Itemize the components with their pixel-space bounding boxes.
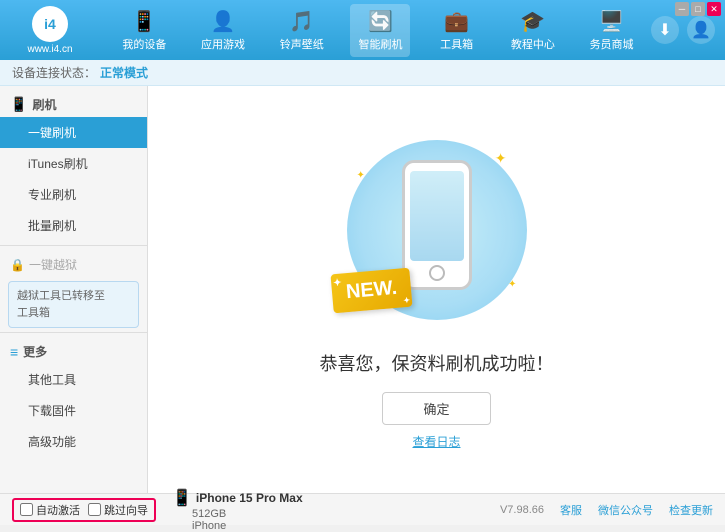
flash-icon: 🔄 xyxy=(368,9,393,34)
jailbreak-label: 一键越狱 xyxy=(29,256,77,273)
itunes-flash-label: iTunes刷机 xyxy=(28,157,88,171)
apps-icon: 👤 xyxy=(211,9,236,34)
nav-apps-games[interactable]: 👤 应用游戏 xyxy=(193,4,253,57)
download-firmware-label: 下载固件 xyxy=(28,404,76,418)
device-info: 📱 iPhone 15 Pro Max 512GB iPhone xyxy=(172,488,303,532)
jailbreak-notice: 越狱工具已转移至工具箱 xyxy=(8,281,139,328)
status-prefix: 设备连接状态： xyxy=(12,64,96,81)
auto-activate-checkbox[interactable] xyxy=(20,503,33,516)
header: i4 www.i4.cn 📱 我的设备 👤 应用游戏 🎵 铃声壁纸 🔄 智能刷机… xyxy=(0,0,725,60)
phone-screen xyxy=(410,171,464,261)
status-bar: 设备连接状态： 正常模式 xyxy=(0,60,725,86)
ringtones-icon: 🎵 xyxy=(289,9,314,34)
sidebar: 📱 刷机 一键刷机 iTunes刷机 专业刷机 批量刷机 🔒 一键越狱 越狱工具… xyxy=(0,86,148,493)
sidebar-item-advanced[interactable]: 高级功能 xyxy=(0,426,147,457)
lock-icon: 🔒 xyxy=(10,258,25,272)
nav-tutorial[interactable]: 🎓 教程中心 xyxy=(503,4,563,57)
more-section-icon: ≡ xyxy=(10,344,18,360)
batch-flash-label: 批量刷机 xyxy=(28,219,76,233)
sidebar-item-one-key-flash[interactable]: 一键刷机 xyxy=(0,117,147,148)
nav-my-device[interactable]: 📱 我的设备 xyxy=(114,4,174,57)
flash-section-label: 刷机 xyxy=(32,96,56,113)
maximize-button[interactable]: □ xyxy=(691,2,705,16)
success-text: 恭喜您，保资料刷机成功啦！ xyxy=(320,350,554,376)
nav-merchant[interactable]: 🖥️ 务员商城 xyxy=(582,4,642,57)
download-button[interactable]: ⬇ xyxy=(651,16,679,44)
sidebar-item-itunes-flash[interactable]: iTunes刷机 xyxy=(0,148,147,179)
nav-toolbox-label: 工具箱 xyxy=(440,36,473,52)
advanced-label: 高级功能 xyxy=(28,435,76,449)
phone-home-button xyxy=(429,265,445,281)
app-url: www.i4.cn xyxy=(27,44,72,55)
sidebar-section-more: ≡ 更多 xyxy=(0,337,147,364)
more-section-label: 更多 xyxy=(23,343,47,360)
device-icon: 📱 xyxy=(132,9,157,34)
user-button[interactable]: 👤 xyxy=(687,16,715,44)
close-button[interactable]: ✕ xyxy=(707,2,721,16)
bottom-bar: 自动激活 跳过向导 📱 iPhone 15 Pro Max 512GB iPho… xyxy=(0,493,725,525)
sidebar-item-download-firmware[interactable]: 下载固件 xyxy=(0,395,147,426)
logo-circle: i4 xyxy=(32,6,68,42)
bottom-left: 自动激活 跳过向导 📱 iPhone 15 Pro Max 512GB iPho… xyxy=(12,488,492,532)
sidebar-item-pro-flash[interactable]: 专业刷机 xyxy=(0,179,147,210)
header-right: ⬇ 👤 xyxy=(651,16,715,44)
sparkle-icon-1: ✦ xyxy=(495,150,507,167)
sparkle-icon-3: ✦ xyxy=(508,279,516,290)
main-layout: 📱 刷机 一键刷机 iTunes刷机 专业刷机 批量刷机 🔒 一键越狱 越狱工具… xyxy=(0,86,725,493)
sidebar-item-batch-flash[interactable]: 批量刷机 xyxy=(0,210,147,241)
logo: i4 www.i4.cn xyxy=(10,6,90,55)
guide-activate-label: 跳过向导 xyxy=(104,502,148,518)
nav-smart-flash[interactable]: 🔄 智能刷机 xyxy=(350,4,410,57)
nav-toolbox[interactable]: 💼 工具箱 xyxy=(429,4,484,57)
log-link[interactable]: 查看日志 xyxy=(412,433,460,450)
one-key-flash-label: 一键刷机 xyxy=(28,126,76,140)
confirm-button[interactable]: 确定 xyxy=(382,392,490,425)
status-value: 正常模式 xyxy=(100,64,148,81)
device-type: iPhone xyxy=(192,520,303,532)
phone-illustration xyxy=(402,160,472,290)
checkbox-group: 自动激活 跳过向导 xyxy=(12,498,156,522)
content-area: ✦ ✦ ✦ NEW. 恭喜您，保资料刷机成功啦！ 确定 查看日志 xyxy=(148,86,725,493)
nav-tutorial-label: 教程中心 xyxy=(511,36,555,52)
toolbox-icon: 💼 xyxy=(444,9,469,34)
guide-activate-item[interactable]: 跳过向导 xyxy=(88,502,148,518)
nav-my-device-label: 我的设备 xyxy=(122,36,166,52)
merchant-icon: 🖥️ xyxy=(599,9,624,34)
guide-activate-checkbox[interactable] xyxy=(88,503,101,516)
auto-activate-item[interactable]: 自动激活 xyxy=(20,502,80,518)
new-badge: NEW. xyxy=(330,267,412,313)
nav-ringtones[interactable]: 🎵 铃声壁纸 xyxy=(272,4,332,57)
sidebar-section-flash: 📱 刷机 xyxy=(0,90,147,117)
version-label: V7.98.66 xyxy=(500,504,544,516)
nav-flash-label: 智能刷机 xyxy=(358,36,402,52)
nav-merchant-label: 务员商城 xyxy=(590,36,634,52)
notice-text: 越狱工具已转移至工具箱 xyxy=(17,290,105,319)
bottom-right: V7.98.66 客服 微信公众号 检查更新 xyxy=(500,502,713,518)
sidebar-section-jailbreak: 🔒 一键越狱 xyxy=(0,250,147,277)
minimize-button[interactable]: ─ xyxy=(675,2,689,16)
flash-section-icon: 📱 xyxy=(10,96,27,113)
device-phone-icon: 📱 xyxy=(172,488,192,508)
wechat-label[interactable]: 微信公众号 xyxy=(598,502,653,518)
status-label[interactable]: 客服 xyxy=(560,502,582,518)
check-update-label[interactable]: 检查更新 xyxy=(669,502,713,518)
other-tools-label: 其他工具 xyxy=(28,373,76,387)
sparkle-icon-2: ✦ xyxy=(357,170,365,181)
device-name: iPhone 15 Pro Max xyxy=(196,491,303,505)
sidebar-item-other-tools[interactable]: 其他工具 xyxy=(0,364,147,395)
nav-ringtones-label: 铃声壁纸 xyxy=(280,36,324,52)
nav-items: 📱 我的设备 👤 应用游戏 🎵 铃声壁纸 🔄 智能刷机 💼 工具箱 🎓 教程中心… xyxy=(105,4,651,57)
nav-apps-label: 应用游戏 xyxy=(201,36,245,52)
tutorial-icon: 🎓 xyxy=(520,9,545,34)
logo-text: i4 xyxy=(44,16,56,32)
auto-activate-label: 自动激活 xyxy=(36,502,80,518)
pro-flash-label: 专业刷机 xyxy=(28,188,76,202)
success-illustration: ✦ ✦ ✦ NEW. xyxy=(337,130,537,330)
device-storage: 512GB xyxy=(192,508,303,520)
device-name-row: 📱 iPhone 15 Pro Max xyxy=(172,488,303,508)
